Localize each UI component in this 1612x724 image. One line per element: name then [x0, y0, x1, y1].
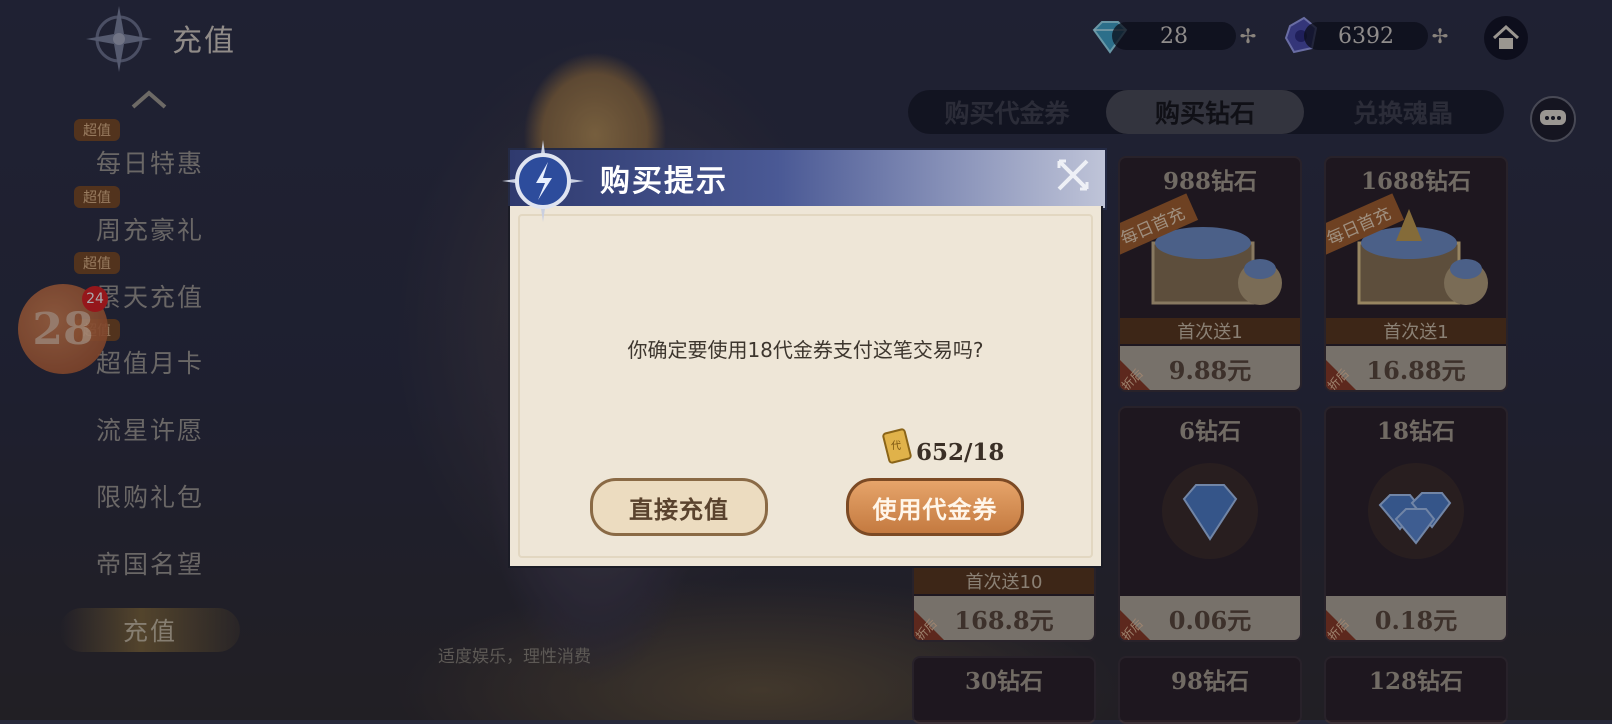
use-voucher-button[interactable]: 使用代金券 [846, 478, 1024, 536]
svg-text:代: 代 [891, 440, 901, 452]
voucher-ticket-icon: 代 [882, 428, 912, 464]
lightning-emblem-icon [502, 140, 584, 222]
dialog-header [508, 148, 1107, 210]
voucher-count: 652/18 [916, 439, 1005, 466]
direct-recharge-button[interactable]: 直接充值 [590, 478, 768, 536]
purchase-confirm-dialog: 购买提示 你确定要使用18代金券支付这笔交易吗? 代 652/18 直接充值 使… [502, 140, 1107, 570]
close-icon[interactable] [1054, 156, 1092, 194]
dialog-message: 你确定要使用18代金券支付这笔交易吗? [627, 338, 984, 362]
dialog-title: 购买提示 [600, 164, 728, 199]
